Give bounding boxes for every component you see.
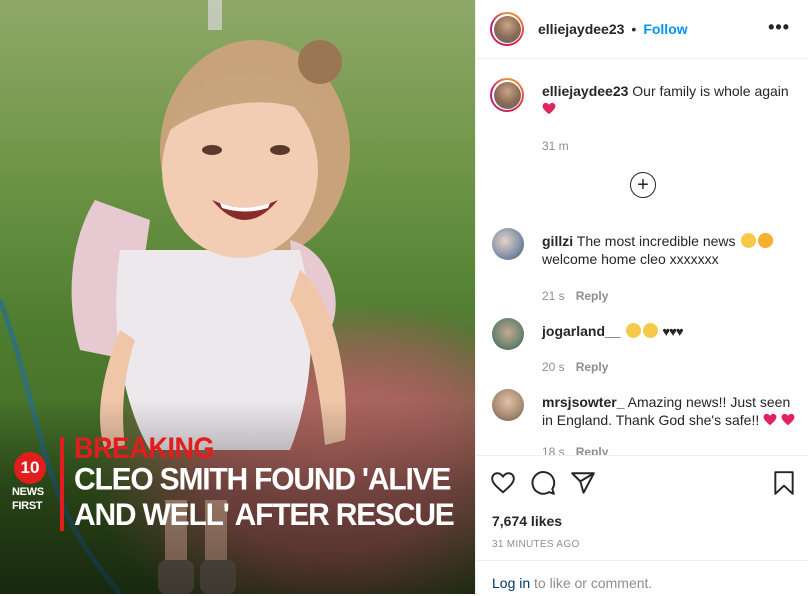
comment-text: The most incredible news xyxy=(576,233,736,249)
comment-item: jogarland__ ♥♥♥ 20 s Reply xyxy=(490,318,795,376)
post-image[interactable]: 10 NEWS FIRST BREAKING CLEO SMITH FOUND … xyxy=(0,0,475,594)
news-logo: 10 NEWS FIRST xyxy=(12,452,52,512)
caption-time: 31 m xyxy=(542,139,569,153)
reply-button[interactable]: Reply xyxy=(576,360,609,374)
comment-bubble-icon[interactable] xyxy=(530,470,556,496)
logo-number: 10 xyxy=(14,452,46,484)
login-prompt: Log in to like or comment. xyxy=(476,560,808,596)
share-paper-plane-icon[interactable] xyxy=(570,470,596,496)
comments-list[interactable]: elliejaydee23 Our family is whole again … xyxy=(476,59,808,455)
headline-accent-bar xyxy=(60,437,64,531)
login-rest-text: to like or comment. xyxy=(530,575,653,591)
comment-username[interactable]: gillzi xyxy=(542,233,573,249)
author-avatar[interactable] xyxy=(490,12,524,46)
commenter-avatar[interactable] xyxy=(492,228,524,260)
post-caption: elliejaydee23 Our family is whole again … xyxy=(490,78,795,155)
post-header: elliejaydee23 • Follow ••• xyxy=(476,0,808,59)
plus-icon: + xyxy=(637,174,649,196)
clapping-hands-emoji-icon xyxy=(741,233,757,248)
black-hearts-emoji-icon: ♥♥♥ xyxy=(662,324,683,339)
commenter-avatar[interactable] xyxy=(492,318,524,350)
reply-button[interactable]: Reply xyxy=(576,289,609,303)
comment-text-line2: welcome home cleo xxxxxxx xyxy=(542,251,719,267)
separator-dot: • xyxy=(631,21,637,37)
breaking-label: BREAKING xyxy=(74,432,215,465)
comment-time: 18 s xyxy=(542,445,565,455)
follow-button[interactable]: Follow xyxy=(643,21,687,37)
reply-button[interactable]: Reply xyxy=(576,445,609,455)
headline-line1: CLEO SMITH FOUND 'ALIVE xyxy=(74,462,451,497)
headline-line2: AND WELL' AFTER RESCUE xyxy=(74,497,455,533)
comment-time: 20 s xyxy=(542,360,565,374)
post-timestamp[interactable]: 31 MINUTES AGO xyxy=(492,539,580,550)
logo-line1: NEWS xyxy=(12,486,44,498)
red-heart-emoji-icon xyxy=(542,102,556,115)
commenter-avatar[interactable] xyxy=(492,389,524,421)
comment-item: gillzi The most incredible news welcome … xyxy=(490,228,795,305)
login-link[interactable]: Log in xyxy=(492,575,530,591)
comment-item: mrsjsowter_ Amazing news!! Just seen in … xyxy=(490,389,795,455)
caption-text: Our family is whole again xyxy=(632,83,789,99)
comment-time: 21 s xyxy=(542,289,565,303)
like-heart-icon[interactable] xyxy=(490,470,516,496)
more-options-icon[interactable]: ••• xyxy=(768,17,790,38)
load-more-comments-button[interactable]: + xyxy=(630,172,656,198)
logo-line2: FIRST xyxy=(12,500,43,512)
post-actions: 7,674 likes 31 MINUTES AGO Log in to lik… xyxy=(476,455,808,595)
post-sidebar: elliejaydee23 • Follow ••• elliejaydee23… xyxy=(475,0,808,594)
red-heart-emoji-icon xyxy=(763,413,777,426)
likes-count[interactable]: 7,674 likes xyxy=(492,513,562,529)
caption-username[interactable]: elliejaydee23 xyxy=(542,83,628,99)
caption-avatar[interactable] xyxy=(490,78,524,112)
comment-username[interactable]: jogarland__ xyxy=(542,323,621,339)
heart-eyes-emoji-icon xyxy=(758,233,774,248)
comment-username[interactable]: mrsjsowter_ xyxy=(542,394,624,410)
crying-face-emoji-icon xyxy=(626,323,642,338)
red-heart-emoji-icon xyxy=(781,413,795,426)
caption-meta: 31 m xyxy=(542,137,795,155)
save-bookmark-icon[interactable] xyxy=(772,470,796,496)
headline: CLEO SMITH FOUND 'ALIVE AND WELL' AFTER … xyxy=(74,462,474,533)
author-username[interactable]: elliejaydee23 xyxy=(538,21,624,37)
crying-face-emoji-icon xyxy=(643,323,659,338)
